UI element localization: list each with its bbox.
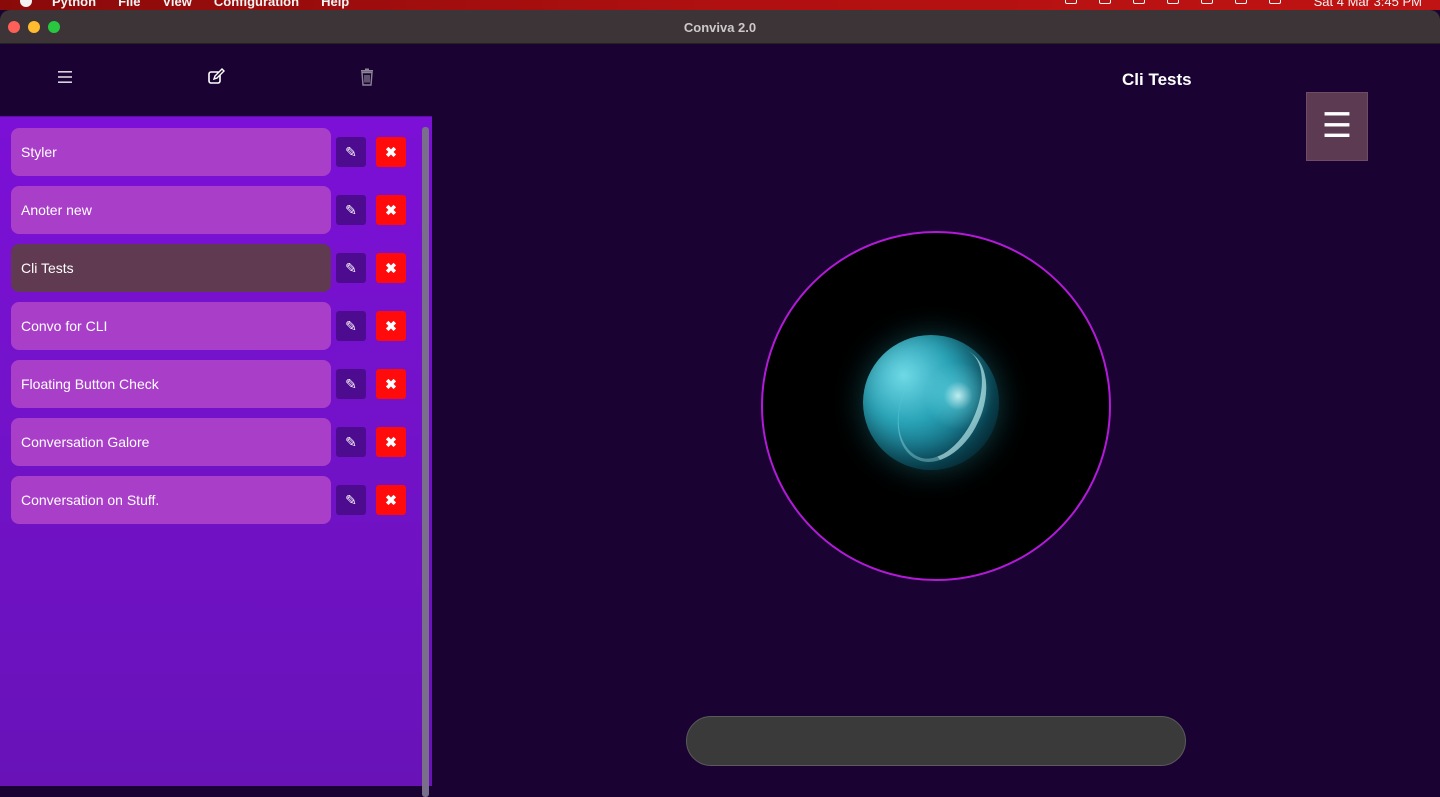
spotlight-icon[interactable] [1235,0,1247,4]
rename-conversation-button[interactable]: ✎ [336,369,366,399]
delete-conversation-button[interactable]: ✖ [376,253,406,283]
delete-conversation-button[interactable]: ✖ [376,137,406,167]
bluetooth-icon[interactable] [1133,0,1145,4]
rename-conversation-button[interactable]: ✎ [336,427,366,457]
page-title: Cli Tests [1122,70,1192,89]
chat-main-area: Cli Tests ☰ [432,45,1440,786]
menubar-file[interactable]: File [118,0,140,9]
volume-icon[interactable] [1065,0,1077,4]
menubar-view[interactable]: View [162,0,191,9]
conversation-item-active[interactable]: Cli Tests [11,244,331,292]
menu-button[interactable]: ☰ [1306,92,1368,161]
delete-conversation-button[interactable]: ✖ [376,369,406,399]
list-item: Anoter new ✎ ✖ [11,186,411,234]
window-title: Conviva 2.0 [683,20,757,35]
menubar-menus: Python File View Configuration Help [52,0,349,9]
apple-icon[interactable] [20,0,32,7]
delete-conversation-button[interactable]: ✖ [376,427,406,457]
conversation-item[interactable]: Conversation on Stuff. [11,476,331,524]
list-item: Conversation on Stuff. ✎ ✖ [11,476,411,524]
menubar-help[interactable]: Help [321,0,349,9]
menubar-app-name[interactable]: Python [52,0,96,9]
chat-input[interactable] [686,716,1186,766]
sidebar-scrollbar[interactable] [422,127,429,797]
delete-conversation-button[interactable]: ✖ [376,485,406,515]
list-item: Cli Tests ✎ ✖ [11,244,411,292]
display-icon[interactable] [1099,0,1111,4]
list-item: Styler ✎ ✖ [11,128,411,176]
conversation-item[interactable]: Floating Button Check [11,360,331,408]
macos-menubar: Python File View Configuration Help Sat … [0,0,1440,10]
conversation-item[interactable]: Styler [11,128,331,176]
rename-conversation-button[interactable]: ✎ [336,485,366,515]
rename-conversation-button[interactable]: ✎ [336,195,366,225]
list-item: Floating Button Check ✎ ✖ [11,360,411,408]
conversation-item[interactable]: Conversation Galore [11,418,331,466]
delete-conversation-button[interactable]: ✖ [376,311,406,341]
edit-icon[interactable] [206,67,226,87]
list-item: Convo for CLI ✎ ✖ [11,302,411,350]
conversation-item[interactable]: Anoter new [11,186,331,234]
trash-icon[interactable] [357,67,377,87]
conversation-item[interactable]: Convo for CLI [11,302,331,350]
control-center-icon[interactable] [1269,0,1281,4]
status-icons [1065,0,1281,4]
wifi-icon[interactable] [1201,0,1213,4]
list-item: Conversation Galore ✎ ✖ [11,418,411,466]
window-titlebar: Conviva 2.0 [0,10,1440,44]
hamburger-icon[interactable] [55,67,75,87]
battery-icon[interactable] [1167,0,1179,4]
conversation-sidebar: Styler ✎ ✖ Anoter new ✎ ✖ Cli Tests ✎ ✖ … [0,116,432,797]
sidebar-toolbar [0,45,432,116]
menubar-clock[interactable]: Sat 4 Mar 3:45 PM [1314,0,1422,9]
delete-conversation-button[interactable]: ✖ [376,195,406,225]
rename-conversation-button[interactable]: ✎ [336,253,366,283]
menubar-configuration[interactable]: Configuration [214,0,299,9]
rename-conversation-button[interactable]: ✎ [336,137,366,167]
rename-conversation-button[interactable]: ✎ [336,311,366,341]
